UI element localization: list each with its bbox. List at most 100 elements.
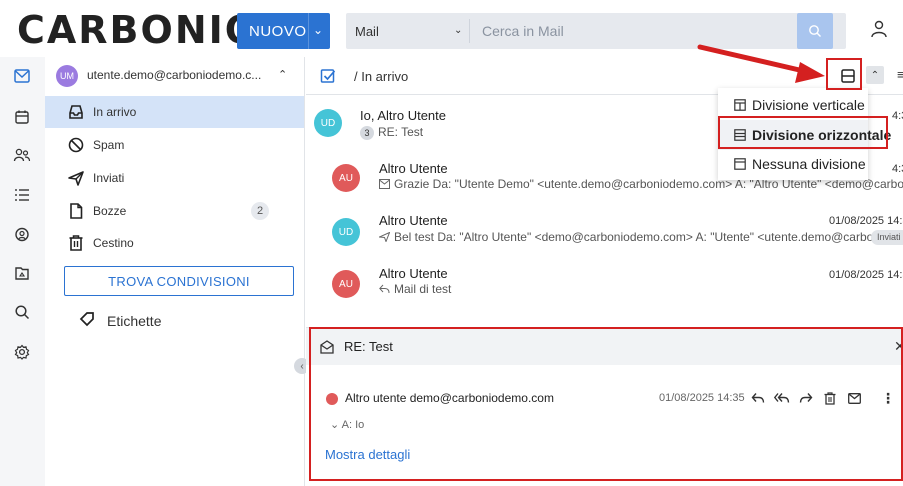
reply-all-icon[interactable] <box>773 389 791 407</box>
files-icon[interactable] <box>11 262 33 284</box>
folder-panel: UM utente.demo@carboniodemo.c... ⌃ In ar… <box>45 57 305 486</box>
conversation-subject: Bel test Da: "Altro Utente" <demo@carbon… <box>394 230 890 244</box>
chevron-down-icon[interactable]: ⌄ <box>313 23 323 37</box>
top-bar: CARBONIO NUOVO ⌄ Mail ⌄ <box>0 0 903 57</box>
avatar: AU <box>332 164 360 192</box>
message-to-label: A: Io <box>341 419 365 431</box>
search-input[interactable] <box>470 13 792 49</box>
folder-item-sent[interactable]: Inviati <box>45 162 304 194</box>
chevron-up-icon[interactable]: ⌃ <box>866 66 884 84</box>
calendar-icon[interactable] <box>11 106 33 128</box>
menu-item-no-split[interactable]: Nessuna divisione <box>718 149 868 179</box>
conversation-sender: Io, Altro Utente <box>360 108 446 123</box>
app-window: CARBONIO NUOVO ⌄ Mail ⌄ Cerca in Mail UM… <box>0 0 903 486</box>
folder-label: Inviati <box>93 171 125 185</box>
sender-avatar-dot <box>326 393 338 405</box>
spam-icon <box>68 137 84 153</box>
conversation-subject: RE: Test <box>378 125 424 139</box>
draft-icon <box>70 203 83 219</box>
send-icon <box>68 171 84 186</box>
avatar: UD <box>314 109 342 137</box>
search-module-icon[interactable] <box>11 301 33 323</box>
show-details-link[interactable]: Mostra dettagli <box>325 447 410 462</box>
folder-tag: Inviati <box>871 230 903 245</box>
menu-item-vertical-split[interactable]: Divisione verticale <box>718 90 868 120</box>
avatar: AU <box>332 270 360 298</box>
account-avatar: UM <box>56 65 78 87</box>
message-date: 01/08/2025 14:35 <box>659 392 745 404</box>
message-from: Altro utente demo@carboniodemo.com <box>345 391 554 405</box>
reading-pane: RE: Test ✕ Altro utente demo@carboniodem… <box>306 327 903 486</box>
sent-icon <box>377 231 391 243</box>
message-to[interactable]: ⌄ A: Io <box>330 418 364 431</box>
chats-icon[interactable] <box>11 224 33 246</box>
conversation-subject-line: Mail di test <box>379 282 451 296</box>
carbonio-logo: CARBONIO <box>17 8 260 52</box>
search-button[interactable] <box>797 13 833 49</box>
tags-section[interactable]: Etichette <box>45 303 304 337</box>
tasks-icon[interactable] <box>11 184 33 206</box>
inbox-icon <box>69 105 83 119</box>
conversation-subject-line: 3 RE: Test <box>360 125 423 140</box>
menu-item-label: Divisione verticale <box>752 97 865 113</box>
trash-icon <box>69 235 83 251</box>
vertical-split-icon <box>734 99 746 111</box>
menu-item-label: Divisione orizzontale <box>752 127 892 143</box>
unread-badge: 2 <box>251 202 269 220</box>
folder-item-inbox[interactable]: In arrivo <box>45 96 304 128</box>
folder-label: Bozze <box>93 204 127 218</box>
menu-item-label: Nessuna divisione <box>752 156 866 172</box>
horizontal-split-icon <box>734 129 746 141</box>
new-button-separator <box>308 13 309 49</box>
folder-label: Spam <box>93 138 125 152</box>
chevron-up-icon[interactable]: ⌃ <box>278 68 287 81</box>
search-module-label: Mail <box>355 23 379 39</box>
reply-icon[interactable] <box>749 389 767 407</box>
conversation-row[interactable]: AU Altro Utente Mail di test 01/08/2025 … <box>306 261 903 313</box>
new-button[interactable]: NUOVO ⌄ <box>237 13 330 49</box>
conversation-sender: Altro Utente <box>379 161 448 176</box>
conversation-date: 4:3 <box>892 163 903 175</box>
tag-icon <box>79 312 94 327</box>
conversation-sender: Altro Utente <box>379 213 448 228</box>
conversation-subject-line: Bel test Da: "Altro Utente" <demo@carbon… <box>377 230 890 244</box>
settings-gear-icon[interactable] <box>11 341 33 363</box>
conversation-subject: Mail di test <box>394 282 452 296</box>
folder-item-spam[interactable]: Spam <box>45 129 304 161</box>
account-name: utente.demo@carboniodemo.c... <box>87 68 262 82</box>
conversation-date: 01/08/2025 14:3 <box>829 215 903 227</box>
user-icon[interactable] <box>868 18 890 40</box>
select-all-checkbox-icon[interactable] <box>320 68 336 84</box>
contacts-icon[interactable] <box>11 144 33 166</box>
avatar: UD <box>332 218 360 246</box>
split-layout-icon[interactable] <box>838 66 858 86</box>
mark-unread-icon[interactable] <box>845 389 863 407</box>
chevron-down-icon: ⌄ <box>454 25 463 36</box>
forward-icon[interactable] <box>797 389 815 407</box>
layout-menu: Divisione verticale Divisione orizzontal… <box>718 88 891 180</box>
account-row[interactable]: UM utente.demo@carboniodemo.c... ⌃ <box>45 57 304 94</box>
find-shares-button[interactable]: TROVA CONDIVISIONI <box>64 266 294 296</box>
message-count-badge: 3 <box>360 126 374 140</box>
folder-item-drafts[interactable]: Bozze 2 <box>45 195 304 227</box>
list-options-icon[interactable]: ≡ <box>897 67 903 82</box>
no-split-icon <box>734 158 746 170</box>
reply-icon <box>379 284 390 294</box>
close-icon[interactable]: ✕ <box>894 338 903 355</box>
more-options-icon[interactable]: ⋮ <box>879 389 897 407</box>
reading-pane-title: RE: Test <box>344 339 393 354</box>
folder-label: Cestino <box>93 236 134 250</box>
folder-label: In arrivo <box>93 105 137 119</box>
list-path: / In arrivo <box>354 69 409 84</box>
conversation-row[interactable]: UD Altro Utente Bel test Da: "Altro Uten… <box>306 207 903 259</box>
conversation-date: 4:3 <box>892 110 903 122</box>
search-module-select[interactable]: Mail ⌄ <box>346 13 469 49</box>
menu-item-horizontal-split[interactable]: Divisione orizzontale <box>718 120 891 150</box>
mail-module-icon[interactable] <box>11 65 33 87</box>
module-rail <box>0 57 45 486</box>
trash-icon[interactable] <box>821 389 839 407</box>
conversation-date: 01/08/2025 14:3 <box>829 269 903 281</box>
folder-item-trash[interactable]: Cestino <box>45 227 304 259</box>
read-envelope-icon <box>379 179 390 189</box>
reading-pane-header: RE: Test ✕ <box>306 327 903 365</box>
